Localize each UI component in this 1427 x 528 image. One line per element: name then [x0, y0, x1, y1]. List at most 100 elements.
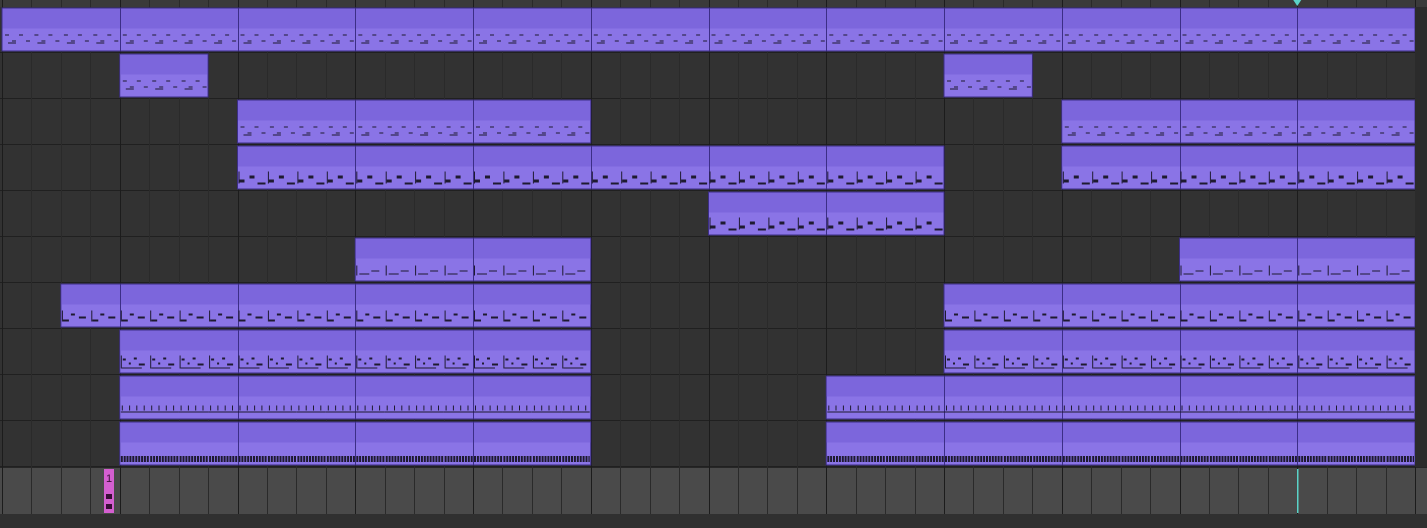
midi-clip[interactable] — [1179, 237, 1416, 282]
note — [1030, 456, 1032, 462]
clip-split — [355, 330, 356, 373]
midi-clip[interactable] — [119, 53, 209, 98]
note — [347, 456, 350, 462]
note — [326, 355, 328, 369]
note — [917, 34, 922, 36]
note — [239, 319, 246, 322]
clip-header[interactable] — [238, 146, 944, 167]
clip-header[interactable] — [2, 8, 1415, 29]
midi-clip[interactable] — [708, 191, 945, 236]
note — [816, 228, 825, 231]
clip-header[interactable] — [120, 54, 208, 75]
midi-clip[interactable] — [354, 237, 592, 282]
note — [406, 456, 408, 462]
note — [1085, 405, 1087, 411]
clip-header[interactable] — [1062, 100, 1415, 121]
note — [1152, 367, 1173, 369]
note — [1208, 411, 1239, 413]
note — [975, 367, 996, 369]
note — [1311, 357, 1315, 360]
note — [349, 405, 351, 411]
locator-marker[interactable]: 1 — [104, 469, 114, 513]
midi-clip[interactable] — [1061, 145, 1416, 190]
note — [846, 182, 855, 185]
locator-lane[interactable] — [0, 468, 1427, 514]
clip-header[interactable] — [238, 100, 591, 121]
clip-header[interactable] — [944, 54, 1032, 75]
note — [596, 42, 605, 44]
note — [652, 34, 657, 36]
midi-clip[interactable] — [119, 375, 592, 420]
midi-clip[interactable] — [119, 421, 592, 466]
vertical-scrollbar[interactable] — [1415, 7, 1427, 467]
clip-header[interactable] — [944, 330, 1415, 351]
clip-header[interactable] — [944, 284, 1415, 305]
note — [430, 270, 439, 272]
track-lane[interactable] — [0, 53, 1427, 98]
midi-clip[interactable] — [825, 375, 1416, 420]
playhead-line[interactable] — [1297, 469, 1299, 513]
arrangement-view[interactable]: 1 — [0, 0, 1427, 528]
midi-clip[interactable] — [60, 283, 592, 328]
note — [1300, 358, 1304, 361]
note — [564, 126, 569, 128]
note — [1123, 126, 1128, 128]
clip-header[interactable] — [1062, 146, 1415, 167]
clip-header[interactable] — [61, 284, 591, 305]
note — [385, 265, 387, 276]
note — [394, 132, 399, 134]
clip-split — [473, 422, 474, 465]
note — [284, 316, 292, 319]
note — [170, 456, 173, 462]
note — [1048, 405, 1050, 411]
note — [125, 88, 134, 90]
note — [732, 40, 737, 42]
midi-clip[interactable] — [943, 329, 1416, 374]
note — [143, 40, 148, 42]
note — [1395, 132, 1400, 134]
note — [452, 362, 455, 365]
note — [1307, 456, 1309, 462]
note — [838, 221, 844, 225]
arrangement-canvas[interactable]: 1 — [0, 0, 1427, 528]
note — [1182, 358, 1186, 361]
note — [1244, 134, 1253, 136]
note — [505, 126, 510, 128]
note — [243, 134, 252, 136]
midi-clip[interactable] — [119, 329, 592, 374]
clip-header[interactable] — [826, 422, 1415, 443]
note — [268, 367, 289, 369]
midi-clip[interactable] — [825, 421, 1416, 466]
note — [875, 228, 884, 231]
note — [255, 316, 263, 319]
note — [820, 40, 825, 42]
note — [806, 40, 811, 42]
note — [1073, 175, 1079, 179]
clip-header[interactable] — [826, 376, 1415, 397]
note — [435, 456, 438, 462]
note — [449, 134, 458, 136]
note — [261, 456, 264, 462]
midi-clip[interactable] — [237, 145, 945, 190]
note — [313, 34, 318, 36]
clip-split — [1297, 238, 1298, 281]
midi-clip[interactable] — [943, 53, 1033, 98]
note — [78, 316, 86, 319]
timeline-ruler[interactable] — [0, 0, 1427, 7]
note — [1359, 34, 1364, 36]
note — [1177, 456, 1180, 462]
midi-clip[interactable] — [1, 7, 1416, 52]
note — [850, 405, 852, 411]
note — [982, 405, 984, 411]
note — [1182, 126, 1187, 128]
note — [1328, 319, 1335, 322]
note — [243, 42, 252, 44]
note — [408, 405, 410, 411]
note — [294, 456, 296, 462]
note — [489, 405, 491, 411]
note — [946, 367, 966, 369]
midi-clip[interactable] — [1061, 99, 1416, 144]
midi-clip[interactable] — [943, 283, 1416, 328]
note — [297, 456, 300, 462]
midi-clip[interactable] — [237, 99, 592, 144]
